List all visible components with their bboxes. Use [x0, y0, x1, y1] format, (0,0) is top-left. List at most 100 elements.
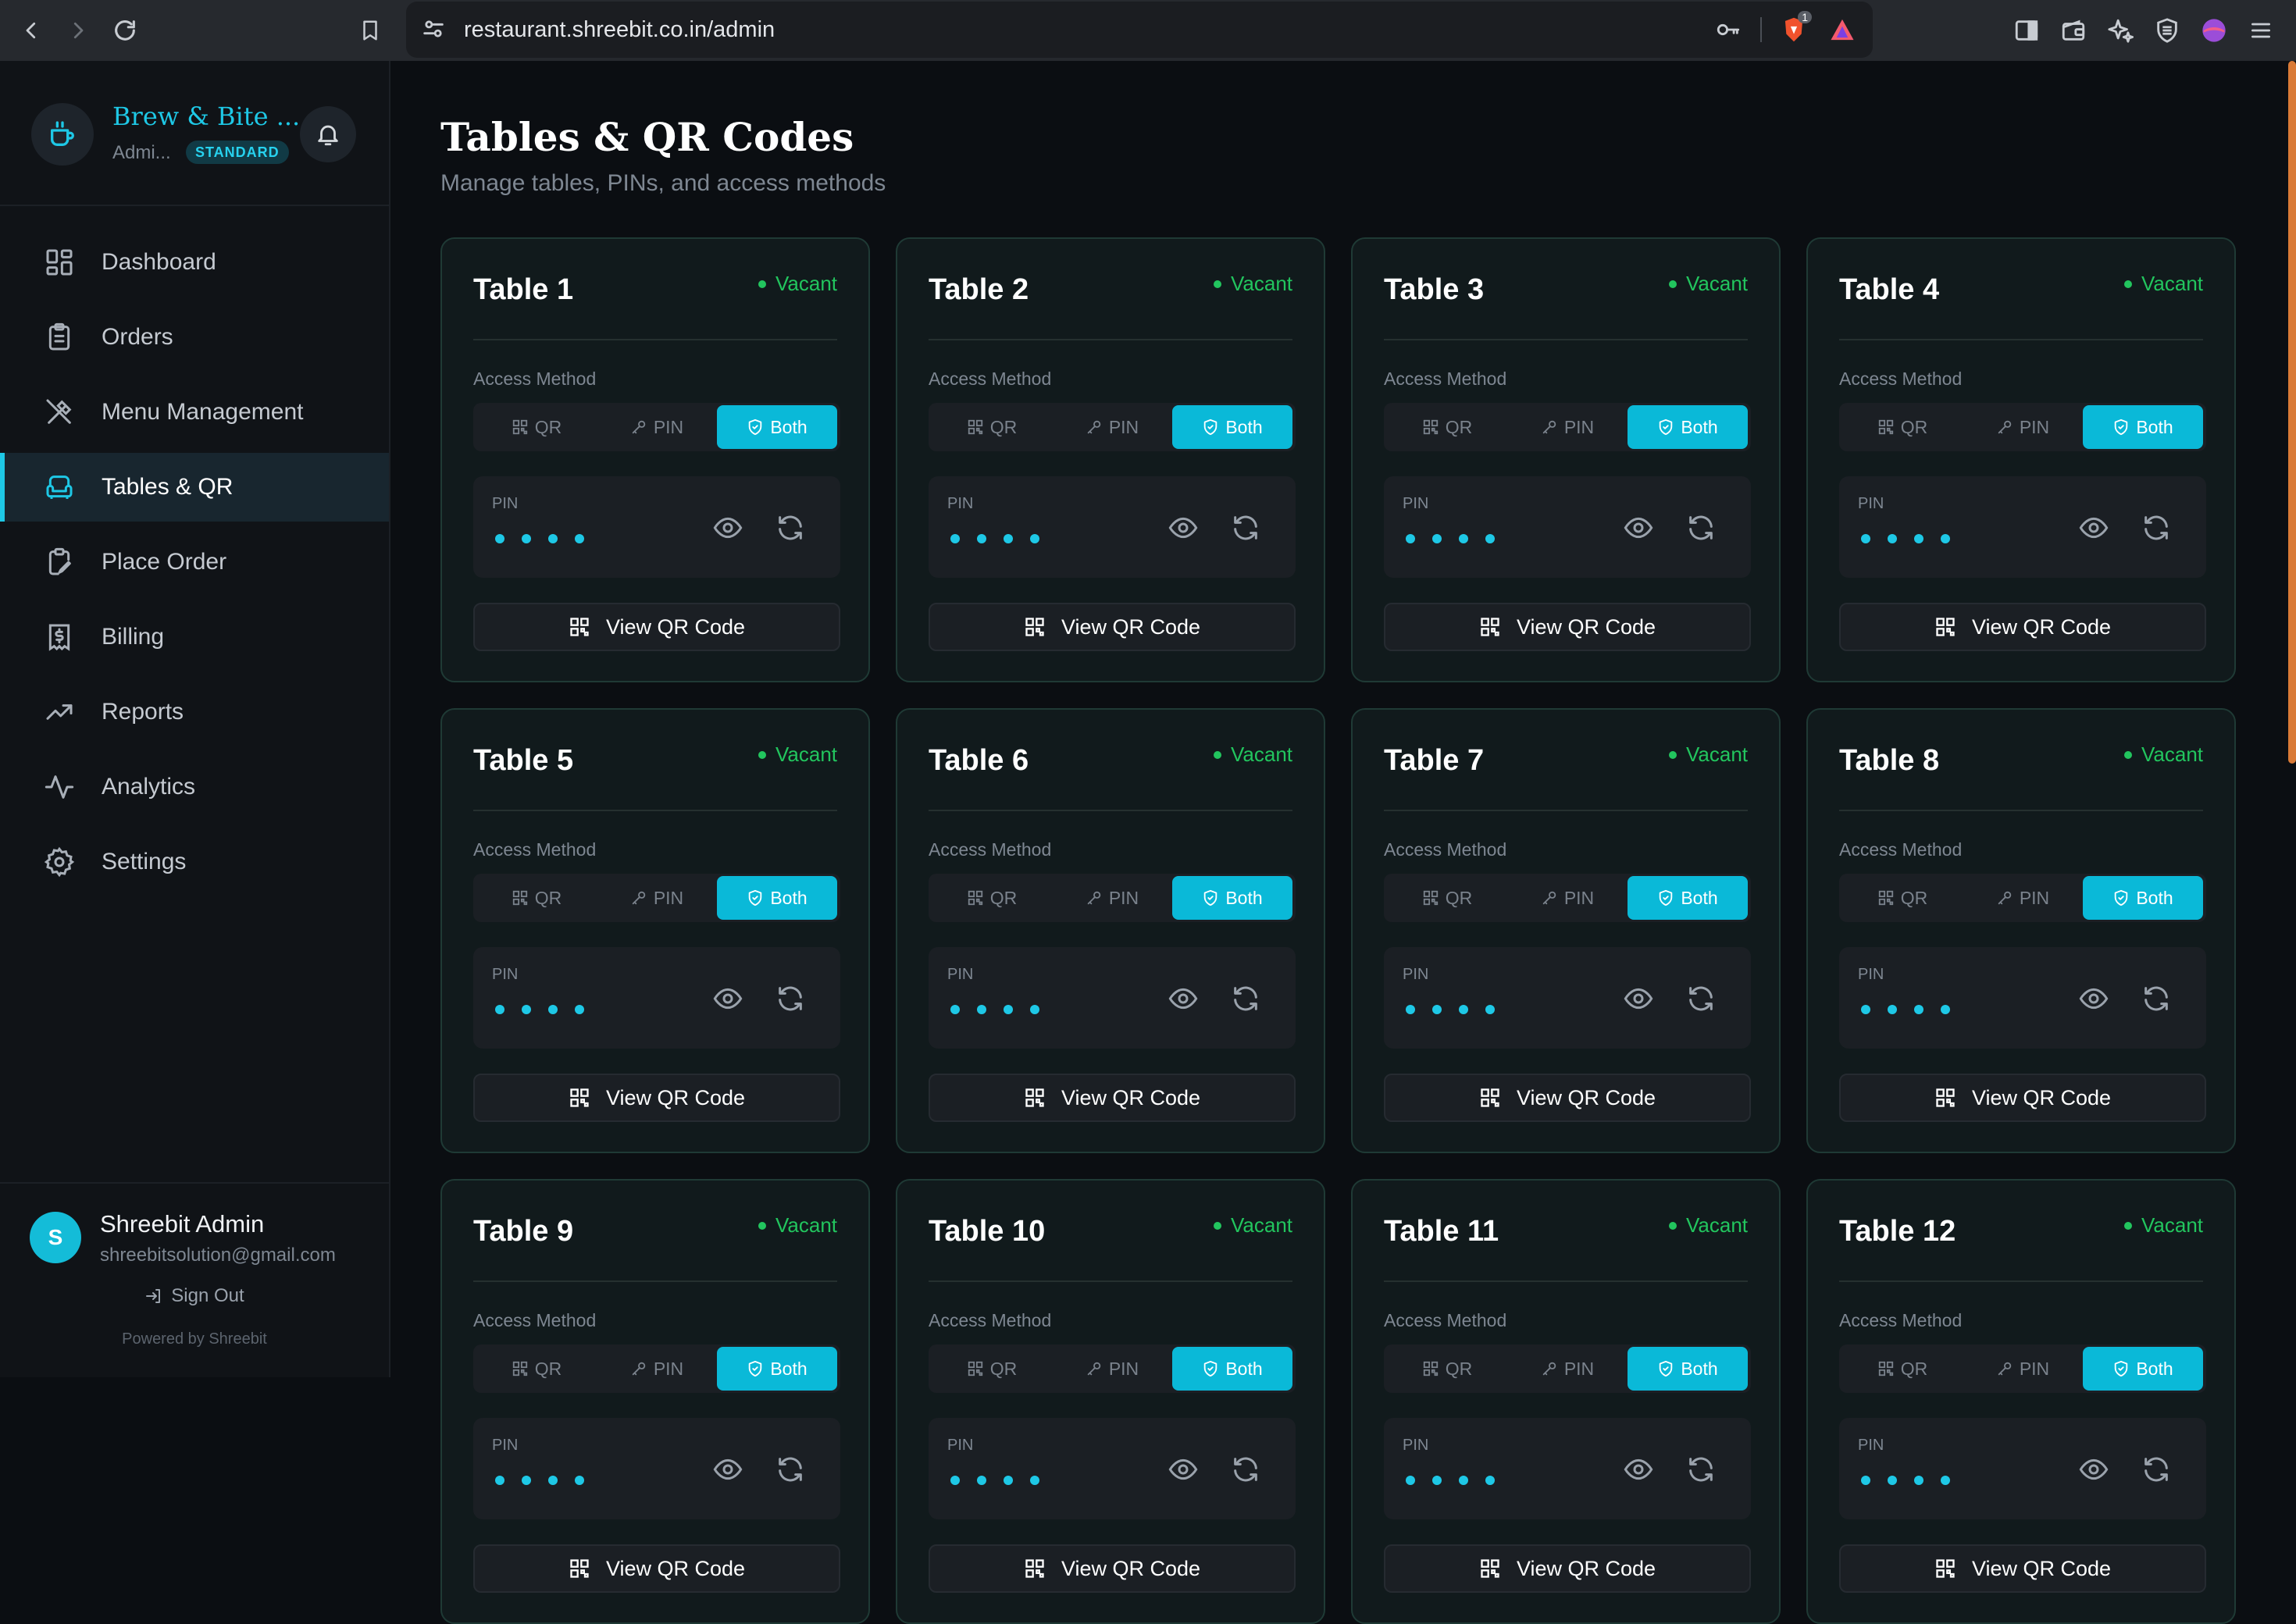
access-option-qr[interactable]: QR: [1387, 1347, 1507, 1391]
access-option-both[interactable]: Both: [717, 876, 837, 920]
access-option-both[interactable]: Both: [1628, 876, 1748, 920]
show-pin-button[interactable]: [712, 1454, 743, 1485]
sidebar-item-menu-management[interactable]: Menu Management: [0, 378, 389, 447]
sidebar-item-analytics[interactable]: Analytics: [0, 753, 389, 821]
regenerate-pin-button[interactable]: [1230, 512, 1261, 543]
regenerate-pin-button[interactable]: [2141, 512, 2172, 543]
regenerate-pin-button[interactable]: [1685, 1454, 1717, 1485]
access-option-both[interactable]: Both: [2083, 876, 2203, 920]
regenerate-pin-button[interactable]: [1685, 512, 1717, 543]
access-option-both[interactable]: Both: [1172, 405, 1292, 449]
show-pin-button[interactable]: [712, 983, 743, 1014]
access-option-qr[interactable]: QR: [476, 405, 597, 449]
access-option-both[interactable]: Both: [717, 1347, 837, 1391]
access-option-qr[interactable]: QR: [932, 876, 1052, 920]
access-option-pin[interactable]: PIN: [1507, 876, 1628, 920]
url-text[interactable]: restaurant.shreebit.co.in/admin: [464, 17, 775, 43]
address-bar[interactable]: restaurant.shreebit.co.in/admin 1: [406, 2, 1873, 58]
view-qr-code-button[interactable]: View QR Code: [1839, 1544, 2206, 1593]
show-pin-button[interactable]: [2078, 512, 2109, 543]
regenerate-pin-button[interactable]: [775, 1454, 806, 1485]
access-option-qr[interactable]: QR: [1387, 876, 1507, 920]
view-qr-code-button[interactable]: View QR Code: [929, 603, 1296, 651]
sidebar-item-billing[interactable]: Billing: [0, 603, 389, 671]
reload-icon[interactable]: [102, 7, 148, 54]
regenerate-pin-button[interactable]: [775, 983, 806, 1014]
show-pin-button[interactable]: [712, 512, 743, 543]
view-qr-code-button[interactable]: View QR Code: [473, 1544, 840, 1593]
brave-rewards-icon[interactable]: [1818, 6, 1866, 53]
access-option-pin[interactable]: PIN: [1507, 405, 1628, 449]
sign-out-button[interactable]: Sign Out: [0, 1285, 389, 1307]
show-pin-button[interactable]: [1623, 983, 1654, 1014]
access-option-pin[interactable]: PIN: [597, 405, 717, 449]
sidebar-item-place-order[interactable]: Place Order: [0, 528, 389, 597]
back-icon[interactable]: [8, 7, 55, 54]
view-qr-code-button[interactable]: View QR Code: [1384, 1544, 1751, 1593]
show-pin-button[interactable]: [1168, 1454, 1199, 1485]
access-option-both[interactable]: Both: [1628, 405, 1748, 449]
view-qr-code-button[interactable]: View QR Code: [929, 1074, 1296, 1122]
regenerate-pin-button[interactable]: [2141, 983, 2172, 1014]
bookmark-icon[interactable]: [347, 7, 394, 54]
sidebar-item-tables-qr[interactable]: Tables & QR: [0, 453, 389, 522]
access-option-both[interactable]: Both: [1172, 876, 1292, 920]
show-pin-button[interactable]: [2078, 983, 2109, 1014]
view-qr-code-button[interactable]: View QR Code: [1384, 1074, 1751, 1122]
brave-shields-icon[interactable]: 1: [1770, 6, 1818, 53]
access-option-pin[interactable]: PIN: [1507, 1347, 1628, 1391]
scrollbar[interactable]: [2288, 61, 2296, 1377]
access-option-qr[interactable]: QR: [1842, 876, 1963, 920]
site-settings-icon[interactable]: [420, 16, 447, 42]
regenerate-pin-button[interactable]: [1230, 983, 1261, 1014]
access-option-both[interactable]: Both: [1628, 1347, 1748, 1391]
scrollbar-thumb[interactable]: [2288, 61, 2296, 764]
access-option-qr[interactable]: QR: [932, 1347, 1052, 1391]
sidebar-item-orders[interactable]: Orders: [0, 303, 389, 372]
view-qr-code-button[interactable]: View QR Code: [473, 1074, 840, 1122]
sidebar-item-settings[interactable]: Settings: [0, 828, 389, 896]
view-qr-code-button[interactable]: View QR Code: [1384, 603, 1751, 651]
vpn-shield-icon[interactable]: [2144, 7, 2191, 54]
access-option-pin[interactable]: PIN: [1963, 876, 2083, 920]
access-option-pin[interactable]: PIN: [1052, 405, 1172, 449]
show-pin-button[interactable]: [1623, 512, 1654, 543]
view-qr-code-button[interactable]: View QR Code: [929, 1544, 1296, 1593]
leo-ai-icon[interactable]: [2097, 7, 2144, 54]
forward-icon[interactable]: [55, 7, 102, 54]
view-qr-code-button[interactable]: View QR Code: [1839, 603, 2206, 651]
show-pin-button[interactable]: [1168, 512, 1199, 543]
view-qr-code-button[interactable]: View QR Code: [473, 603, 840, 651]
profile-icon[interactable]: [2191, 7, 2237, 54]
access-option-qr[interactable]: QR: [1387, 405, 1507, 449]
access-option-qr[interactable]: QR: [1842, 1347, 1963, 1391]
regenerate-pin-button[interactable]: [2141, 1454, 2172, 1485]
access-option-pin[interactable]: PIN: [597, 876, 717, 920]
access-option-both[interactable]: Both: [2083, 405, 2203, 449]
notifications-button[interactable]: [300, 106, 356, 162]
sidebar-item-reports[interactable]: Reports: [0, 678, 389, 746]
view-qr-code-button[interactable]: View QR Code: [1839, 1074, 2206, 1122]
access-option-both[interactable]: Both: [717, 405, 837, 449]
sidebar-item-dashboard[interactable]: Dashboard: [0, 228, 389, 297]
show-pin-button[interactable]: [1168, 983, 1199, 1014]
access-option-pin[interactable]: PIN: [597, 1347, 717, 1391]
regenerate-pin-button[interactable]: [1230, 1454, 1261, 1485]
show-pin-button[interactable]: [1623, 1454, 1654, 1485]
access-option-qr[interactable]: QR: [476, 1347, 597, 1391]
access-option-qr[interactable]: QR: [932, 405, 1052, 449]
show-pin-button[interactable]: [2078, 1454, 2109, 1485]
access-option-qr[interactable]: QR: [1842, 405, 1963, 449]
regenerate-pin-button[interactable]: [1685, 983, 1717, 1014]
access-option-pin[interactable]: PIN: [1963, 405, 2083, 449]
hamburger-menu-icon[interactable]: [2237, 7, 2284, 54]
regenerate-pin-button[interactable]: [775, 512, 806, 543]
access-option-both[interactable]: Both: [2083, 1347, 2203, 1391]
password-key-icon[interactable]: [1704, 6, 1752, 53]
access-option-pin[interactable]: PIN: [1963, 1347, 2083, 1391]
sidebar-toggle-icon[interactable]: [2003, 7, 2050, 54]
access-option-qr[interactable]: QR: [476, 876, 597, 920]
access-option-pin[interactable]: PIN: [1052, 876, 1172, 920]
wallet-icon[interactable]: [2050, 7, 2097, 54]
access-option-pin[interactable]: PIN: [1052, 1347, 1172, 1391]
